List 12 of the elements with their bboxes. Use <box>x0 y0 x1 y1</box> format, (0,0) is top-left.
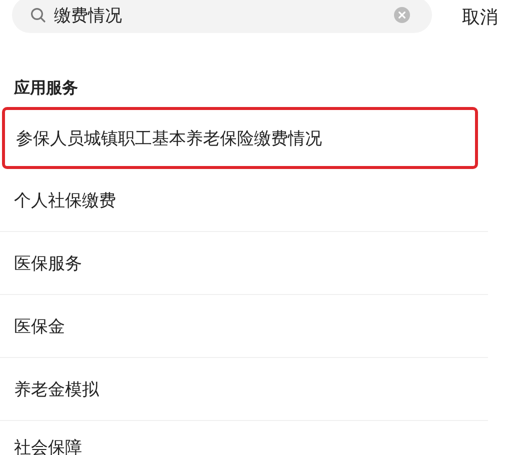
search-icon <box>30 7 46 23</box>
result-item[interactable]: 养老金模拟 <box>0 358 488 421</box>
result-item[interactable]: 医保服务 <box>0 232 488 295</box>
result-item[interactable]: 参保人员城镇职工基本养老保险缴费情况 <box>2 107 478 169</box>
result-item[interactable]: 个人社保缴费 <box>0 169 488 232</box>
search-query: 缴费情况 <box>54 4 122 26</box>
clear-icon[interactable] <box>394 7 410 23</box>
result-item[interactable]: 医保金 <box>0 295 488 358</box>
search-field[interactable]: 缴费情况 <box>12 0 432 33</box>
section-title: 应用服务 <box>14 78 79 99</box>
result-item[interactable]: 社会保障 <box>0 421 488 455</box>
cancel-button[interactable]: 取消 <box>462 5 498 29</box>
